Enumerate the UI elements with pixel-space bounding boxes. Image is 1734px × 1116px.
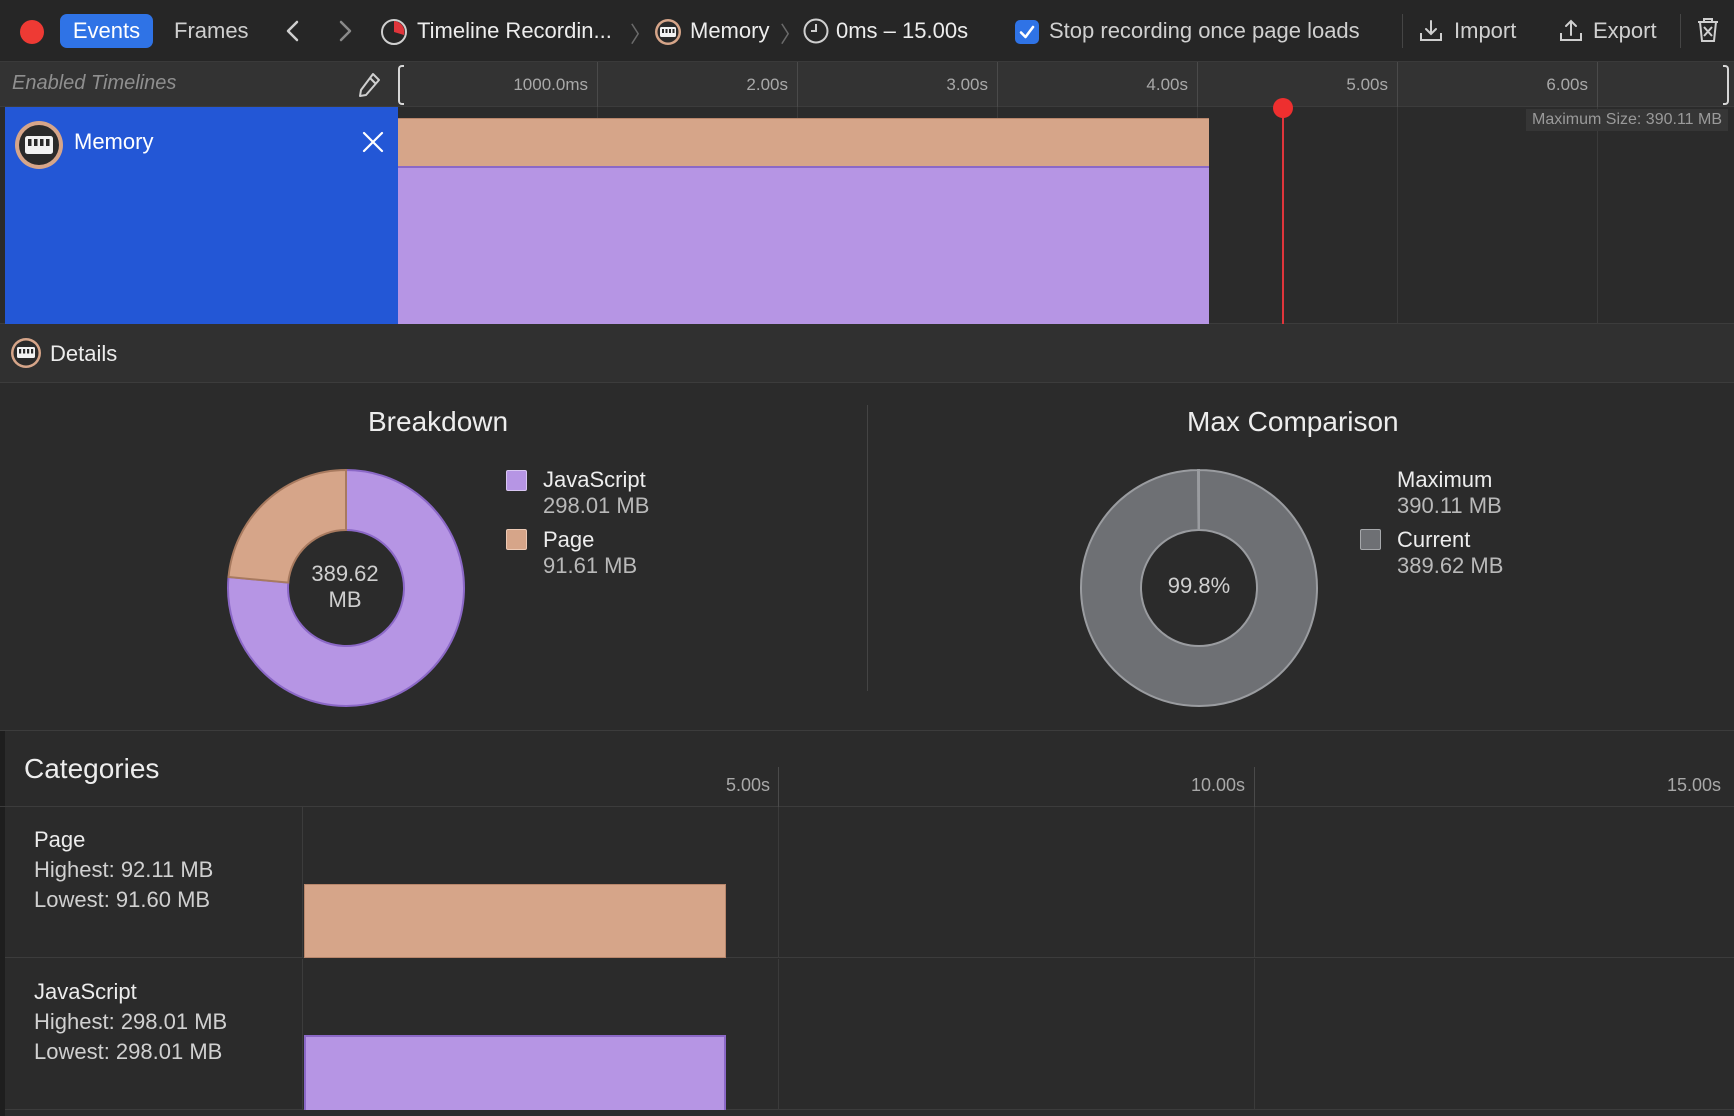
ruler-tick	[1197, 62, 1198, 107]
stop-recording-checkbox[interactable]	[1015, 20, 1039, 44]
legend-maximum-name: Maximum	[1397, 467, 1493, 492]
memory-timeline-track: Memory Maximum Size: 390.11 MB	[0, 107, 1734, 324]
section-divider	[867, 405, 868, 691]
clock-icon	[803, 18, 829, 44]
grid-line	[1254, 807, 1255, 958]
legend-swatch-current	[1360, 529, 1381, 550]
ruler-tick	[997, 62, 998, 107]
breadcrumb-range[interactable]: 0ms – 15.00s	[836, 14, 968, 48]
javascript-memory-graph	[304, 1035, 726, 1110]
ruler-tick-label: 1000.0ms	[513, 75, 588, 94]
legend-swatch-page	[506, 529, 527, 550]
memory-icon	[11, 338, 41, 368]
memory-icon	[15, 121, 63, 169]
close-icon[interactable]	[361, 130, 385, 154]
page-memory-area	[398, 118, 1209, 166]
record-button[interactable]	[20, 20, 44, 44]
chevron-left-icon[interactable]	[281, 18, 307, 44]
breakdown-total-unit: MB	[328, 587, 362, 612]
memory-charts: Breakdown 389.62 MB JavaScript 298.01 MB…	[0, 383, 1734, 731]
ruler-tick-label: 3.00s	[946, 75, 988, 94]
legend-current-value: 389.62 MB	[1397, 553, 1504, 578]
toolbar: Events Frames Timeline Recordin... 〉 Mem…	[0, 0, 1734, 62]
export-button[interactable]: Export	[1593, 14, 1657, 48]
category-highest: Highest: 92.11 MB	[34, 857, 214, 882]
export-icon[interactable]	[1558, 18, 1584, 44]
grid-line	[778, 959, 779, 1110]
details-header: Details	[0, 324, 1734, 383]
max-comparison-slice-remaining	[1197, 468, 1200, 532]
categories-tick-label: 10.00s	[1190, 775, 1245, 795]
import-icon[interactable]	[1418, 18, 1444, 44]
timeline-recording-icon	[381, 19, 407, 45]
category-label: Page Highest: 92.11 MB Lowest: 91.60 MB	[5, 807, 303, 958]
categories-tick-label: 5.00s	[725, 775, 770, 795]
categories-title: Categories	[24, 753, 160, 784]
categories-tick	[1254, 767, 1255, 807]
category-row-javascript[interactable]: JavaScript Highest: 298.01 MB Lowest: 29…	[5, 959, 1734, 1110]
grid-line	[1254, 959, 1255, 1110]
legend-current-name: Current	[1397, 527, 1471, 552]
timeline-name: Memory	[74, 129, 154, 154]
category-row-page[interactable]: Page Highest: 92.11 MB Lowest: 91.60 MB	[5, 807, 1734, 958]
playhead-marker[interactable]	[1273, 98, 1293, 118]
breadcrumb-memory[interactable]: Memory	[690, 14, 769, 48]
breakdown-title: Breakdown	[368, 406, 509, 437]
selection-end-handle[interactable]	[1723, 65, 1729, 105]
ruler-tick-label: 6.00s	[1546, 75, 1588, 94]
legend-page-value: 91.61 MB	[543, 553, 638, 578]
legend-javascript-value: 298.01 MB	[543, 493, 650, 518]
stop-recording-label[interactable]: Stop recording once page loads	[1049, 14, 1360, 48]
legend-page-name: Page	[543, 527, 595, 552]
timeline-ruler: Enabled Timelines 1000.0ms 2.00s 3.00s 4…	[0, 62, 1734, 107]
categories-header: Categories 5.00s 10.00s 15.00s	[0, 731, 1734, 807]
category-name: JavaScript	[34, 979, 137, 1004]
breadcrumb-separator: 〉	[780, 22, 803, 47]
breadcrumb-separator: 〉	[630, 22, 653, 47]
breakdown-total-value: 389.62	[311, 561, 379, 586]
category-lowest: Lowest: 298.01 MB	[34, 1039, 223, 1064]
legend-javascript-name: JavaScript	[543, 467, 646, 492]
breakdown-total: 389.62 MB	[290, 561, 400, 613]
tab-frames[interactable]: Frames	[166, 14, 257, 48]
ruler-tick	[797, 62, 798, 107]
toolbar-divider	[1680, 14, 1681, 48]
categories-tick-label: 15.00s	[1666, 775, 1721, 795]
chevron-right-icon[interactable]	[331, 18, 357, 44]
category-lowest: Lowest: 91.60 MB	[34, 887, 211, 912]
javascript-memory-area	[398, 166, 1209, 324]
page-memory-graph	[304, 884, 726, 958]
import-button[interactable]: Import	[1454, 14, 1516, 48]
checkmark-icon	[1019, 25, 1035, 39]
enabled-timelines-label: Enabled Timelines	[12, 72, 177, 94]
category-label: JavaScript Highest: 298.01 MB Lowest: 29…	[5, 959, 303, 1110]
edit-pencil-icon[interactable]	[356, 71, 382, 99]
category-name: Page	[34, 827, 86, 852]
tab-events[interactable]: Events	[60, 14, 153, 48]
timeline-row-memory[interactable]: Memory	[5, 107, 398, 324]
ruler-tick-label: 2.00s	[746, 75, 788, 94]
grid-line	[1597, 107, 1598, 324]
ruler-tick	[597, 62, 598, 107]
categories-tick	[778, 767, 779, 807]
grid-line	[1397, 107, 1398, 324]
ruler-tick	[1397, 62, 1398, 107]
memory-icon	[655, 19, 681, 45]
clear-trash-icon[interactable]	[1694, 16, 1722, 44]
ruler-tick-label: 5.00s	[1346, 75, 1388, 94]
ruler-tick	[1597, 62, 1598, 107]
max-comparison-percent: 99.8%	[1167, 573, 1231, 598]
maximum-size-label: Maximum Size: 390.11 MB	[1526, 109, 1728, 131]
grid-line	[778, 807, 779, 958]
selection-start-handle[interactable]	[398, 65, 404, 105]
playhead[interactable]	[1282, 107, 1284, 324]
category-highest: Highest: 298.01 MB	[34, 1009, 228, 1034]
legend-maximum-value: 390.11 MB	[1397, 493, 1502, 518]
details-label: Details	[50, 341, 118, 366]
ruler-tick-label: 4.00s	[1146, 75, 1188, 94]
toolbar-divider	[1402, 14, 1403, 48]
max-comparison-title: Max Comparison	[1187, 406, 1399, 437]
legend-swatch-javascript	[506, 470, 527, 491]
breadcrumb-recording[interactable]: Timeline Recordin...	[417, 14, 612, 48]
